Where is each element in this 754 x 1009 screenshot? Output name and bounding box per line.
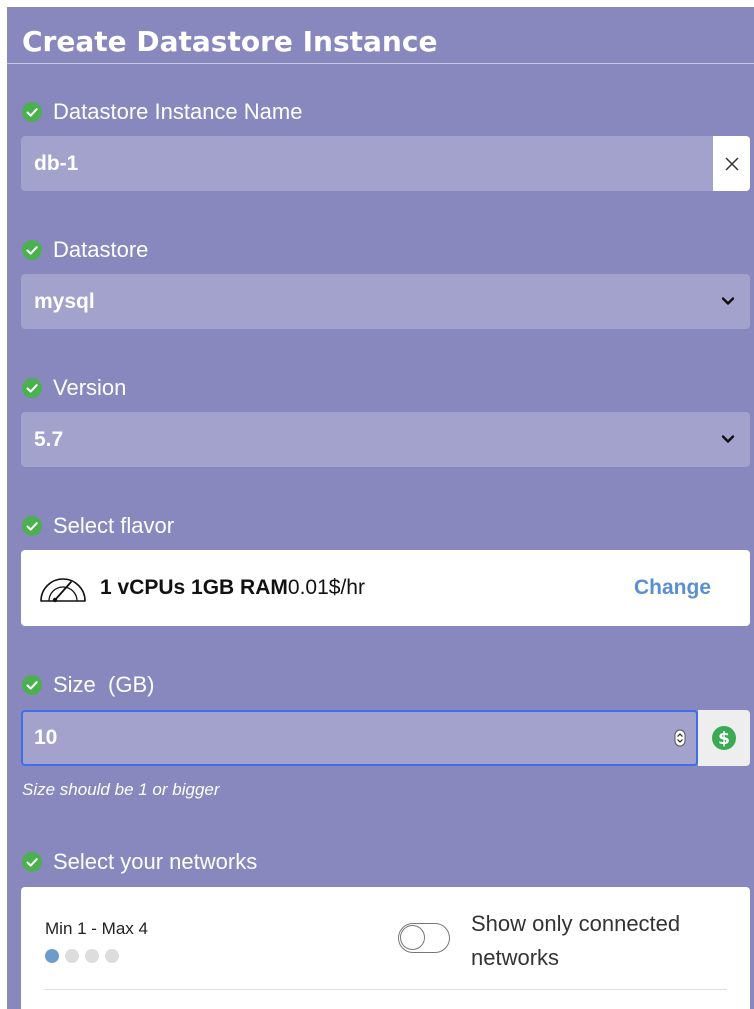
title-divider — [7, 63, 754, 64]
check-circle-icon — [22, 852, 42, 872]
chevron-down-icon — [721, 435, 735, 443]
step-dot — [85, 949, 99, 963]
chevron-down-icon — [721, 297, 735, 305]
flavor-spec-text: 1 vCPUs 1GB RAM — [100, 576, 288, 599]
create-datastore-panel: Create Datastore Instance Datastore Inst… — [7, 7, 754, 1009]
version-value[interactable]: 5.7 — [34, 428, 63, 452]
instance-name-input[interactable]: db-1 — [21, 136, 750, 191]
version-label: Version — [21, 375, 126, 401]
datastore-label: Datastore — [21, 237, 148, 263]
close-icon — [724, 156, 739, 171]
toggle-label: Show only connected networks — [471, 911, 681, 970]
svg-text:$: $ — [718, 729, 730, 749]
check-circle-icon — [22, 516, 42, 536]
datastore-label-text: Datastore — [53, 237, 149, 262]
size-hint: Size should be 1 or bigger — [22, 780, 220, 799]
flavor-spec: 1 vCPUs 1GB RAM0.01$/hr — [100, 576, 365, 600]
datastore-select[interactable]: mysql — [21, 274, 750, 329]
check-circle-icon — [22, 675, 42, 695]
version-select[interactable]: 5.7 — [21, 412, 750, 467]
step-dot — [65, 949, 79, 963]
toggle-knob — [400, 925, 425, 950]
clear-name-button[interactable] — [713, 136, 750, 191]
networks-label-text: Select your networks — [53, 849, 258, 874]
flavor-price: 0.01$/hr — [287, 576, 365, 599]
change-flavor-button[interactable]: Change — [634, 576, 711, 600]
flavor-label: Select flavor — [21, 513, 174, 539]
flavor-card: 1 vCPUs 1GB RAM0.01$/hr Change — [21, 550, 750, 626]
datastore-value[interactable]: mysql — [34, 290, 95, 314]
flavor-label-text: Select flavor — [53, 513, 175, 538]
instance-name-label-text: Datastore Instance Name — [53, 99, 303, 124]
speedometer-icon — [40, 578, 86, 603]
dollar-circle-icon: $ — [712, 726, 736, 750]
connected-networks-toggle[interactable] — [398, 923, 450, 953]
size-label-text: Size (GB) — [53, 672, 155, 697]
check-circle-icon — [22, 102, 42, 122]
networks-card: Min 1 - Max 4 Show only connected networ… — [21, 887, 750, 1009]
page-title: Create Datastore Instance — [22, 25, 438, 58]
step-dot-active — [45, 949, 59, 963]
spinner-arrows-icon[interactable] — [674, 729, 686, 747]
check-circle-icon — [22, 378, 42, 398]
version-label-text: Version — [53, 375, 127, 400]
step-dot — [105, 949, 119, 963]
network-limits: Min 1 - Max 4 — [45, 919, 148, 938]
size-value[interactable]: 10 — [34, 726, 57, 750]
network-step-dots — [45, 949, 119, 963]
check-circle-icon — [22, 240, 42, 260]
instance-name-label: Datastore Instance Name — [21, 99, 302, 125]
networks-divider — [45, 989, 727, 990]
instance-name-value[interactable]: db-1 — [34, 152, 78, 176]
size-label: Size (GB) — [21, 672, 154, 698]
networks-label: Select your networks — [21, 849, 257, 875]
size-input[interactable]: 10 — [21, 710, 698, 766]
price-button[interactable]: $ — [698, 710, 750, 766]
